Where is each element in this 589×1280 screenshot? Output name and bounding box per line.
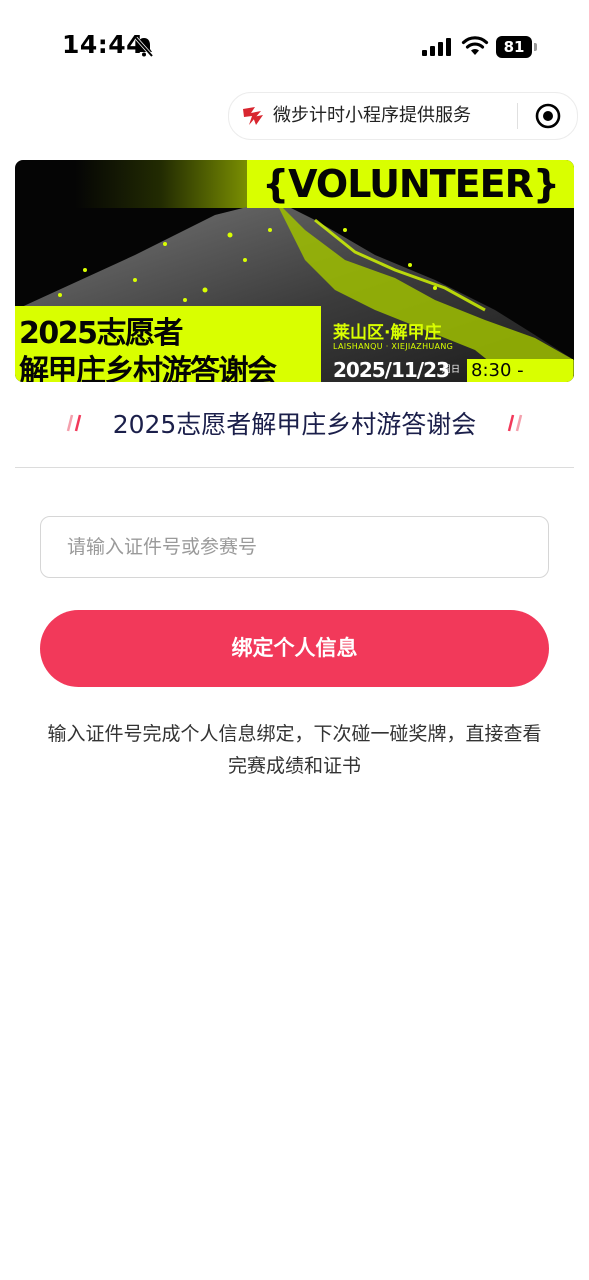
bell-muted-icon <box>134 36 154 58</box>
decor-slash-left-icon <box>66 414 82 432</box>
event-title: 2025志愿者解甲庄乡村游答谢会 <box>112 410 477 439</box>
battery-icon: 81 <box>496 36 538 58</box>
id-number-input[interactable] <box>40 516 549 578</box>
banner-date: 2025/11/23 <box>333 358 450 382</box>
banner-place-en: LAISHANQU · XIEJIAZHUANG <box>333 342 454 351</box>
bind-info-button[interactable]: 绑定个人信息 <box>40 610 549 687</box>
status-bar: 14:44 81 <box>0 0 589 92</box>
capsule-divider <box>517 103 518 129</box>
target-icon[interactable] <box>535 103 561 129</box>
signal-icon <box>422 38 451 56</box>
decor-slash-right-icon <box>507 414 523 432</box>
banner-headline: {VOLUNTEER} <box>262 162 560 206</box>
banner-title-line2: 解甲庄乡村游答谢会 <box>19 354 277 382</box>
battery-level: 81 <box>503 38 525 56</box>
brand-logo-icon <box>243 107 263 125</box>
service-capsule[interactable]: 微步计时小程序提供服务 <box>228 92 578 140</box>
banner-time: 8:30 - 12:00 <box>471 360 524 381</box>
wifi-icon <box>461 36 489 55</box>
event-banner: {VOLUNTEER} 2025志愿者 解甲庄乡村游答谢会 莱山区·解甲庄 LA… <box>15 160 574 382</box>
banner-weekday: 周日 <box>442 365 461 375</box>
bind-hint-text: 输入证件号完成个人信息绑定，下次碰一碰奖牌，直接查看完赛成绩和证书 <box>47 723 542 777</box>
event-title-row: 2025志愿者解甲庄乡村游答谢会 <box>0 405 589 445</box>
section-divider <box>15 467 574 468</box>
service-provider-text: 微步计时小程序提供服务 <box>273 105 471 126</box>
status-time: 14:44 <box>62 30 145 59</box>
banner-place: 莱山区·解甲庄 <box>333 323 442 343</box>
